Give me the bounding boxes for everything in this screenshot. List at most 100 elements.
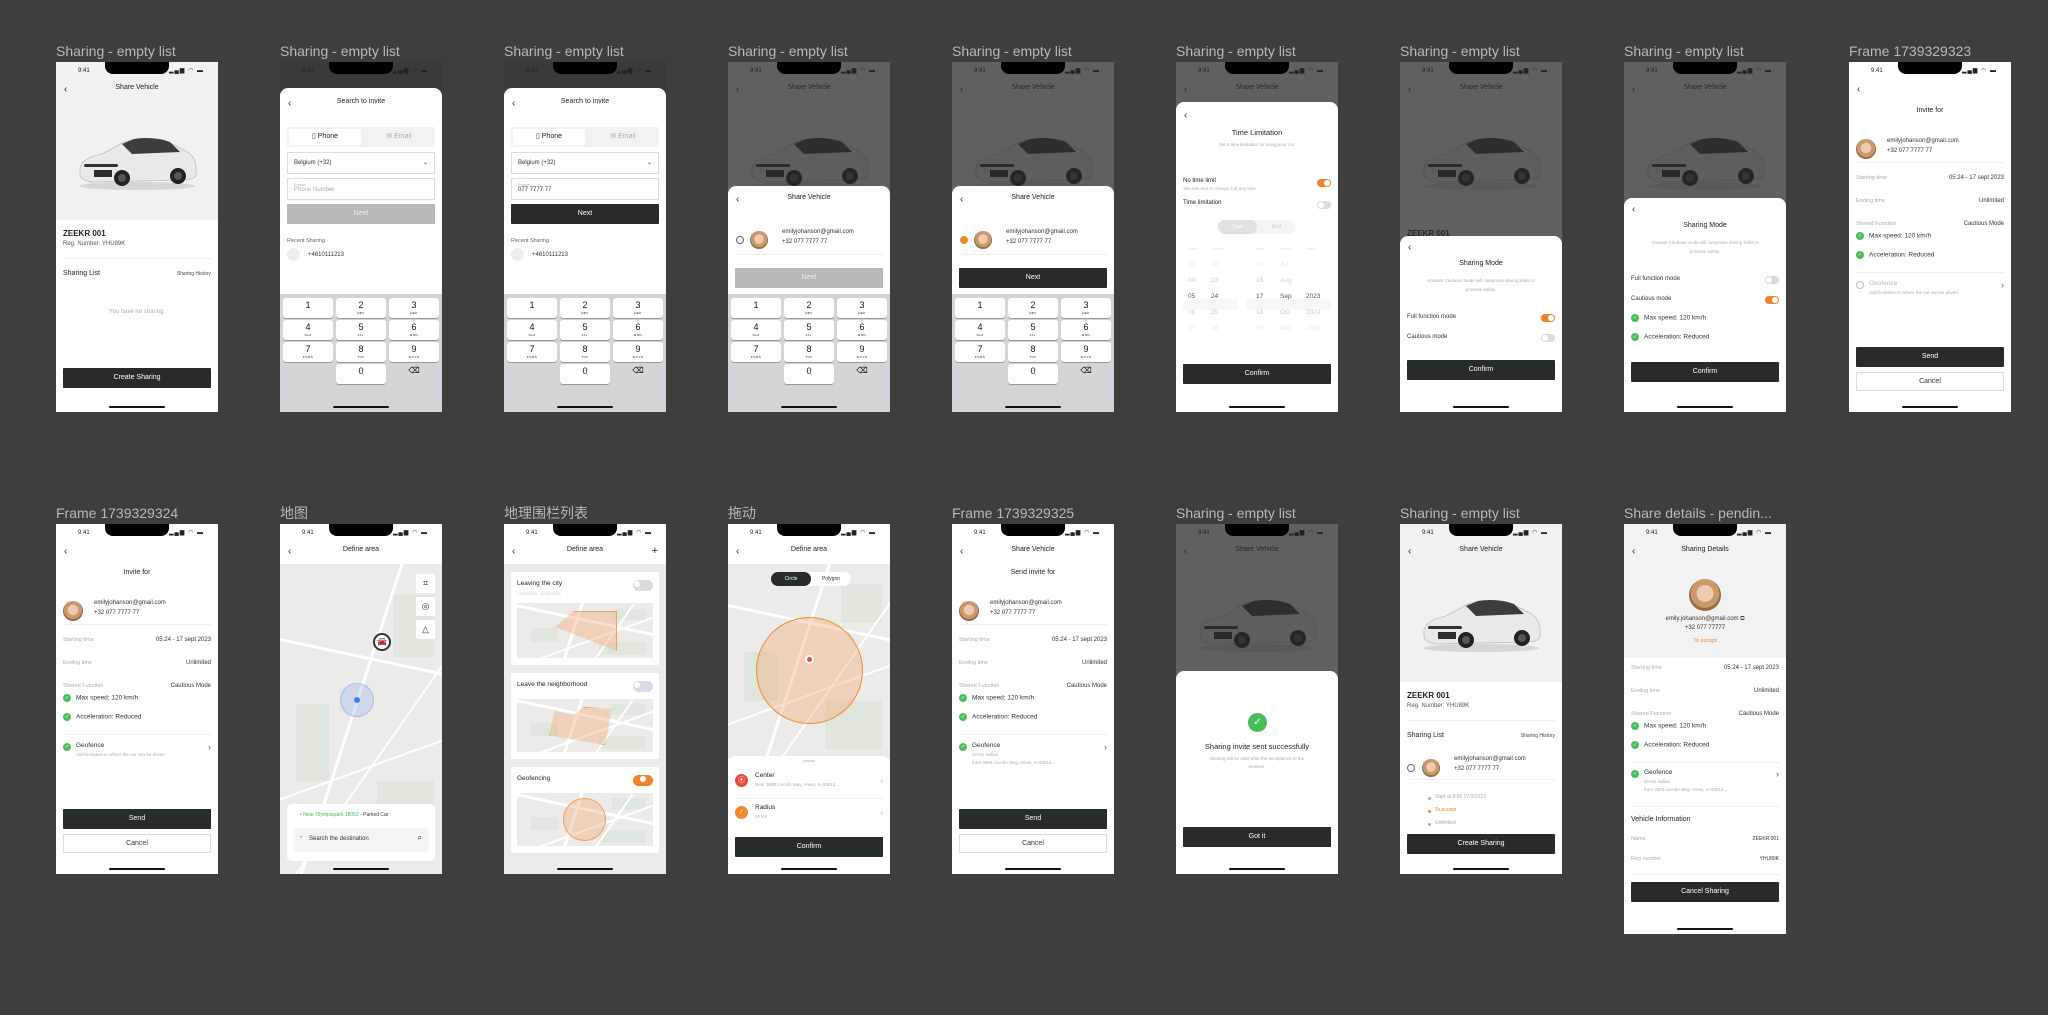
- back-icon[interactable]: ‹: [1408, 242, 1411, 253]
- keypad-key[interactable]: 9 WXYZ: [837, 342, 887, 362]
- picker-value[interactable]: Jul: [1280, 261, 1288, 268]
- picker-value[interactable]: 07: [1188, 325, 1195, 332]
- navigate-icon[interactable]: △: [416, 620, 435, 639]
- picker-value[interactable]: 25: [1211, 309, 1218, 316]
- picker-value[interactable]: 05: [1188, 293, 1195, 300]
- cancel-sharing-button[interactable]: Cancel Sharing: [1631, 882, 1779, 902]
- back-icon[interactable]: ‹: [1857, 84, 1860, 96]
- back-icon[interactable]: ‹: [64, 546, 67, 558]
- geofence-card[interactable]: Leaving the city 27/08/2023 - 27/08/2023: [511, 572, 659, 665]
- sharing-history-link[interactable]: Sharing History: [177, 271, 211, 277]
- backspace-key[interactable]: ⌫: [389, 364, 439, 384]
- got-it-button[interactable]: Got it: [1183, 827, 1331, 847]
- time-limitation-toggle[interactable]: [1317, 201, 1331, 209]
- create-sharing-button[interactable]: Create Sharing: [1407, 834, 1555, 854]
- select-radio[interactable]: [1407, 764, 1415, 772]
- back-icon[interactable]: ‹: [1632, 204, 1635, 215]
- send-button[interactable]: Send: [63, 809, 211, 829]
- sharing-history-link[interactable]: Sharing History: [1521, 733, 1555, 739]
- back-icon[interactable]: ‹: [736, 546, 739, 558]
- keypad-key[interactable]: 4 GHI: [955, 320, 1005, 340]
- tab-email[interactable]: ✉ Email: [587, 127, 659, 147]
- keypad-key[interactable]: 8 TUV: [1008, 342, 1058, 362]
- back-icon[interactable]: ‹: [512, 546, 515, 558]
- keypad-key[interactable]: 7 PQRS: [507, 342, 557, 362]
- keypad-key[interactable]: 0: [1008, 364, 1058, 384]
- keypad-key[interactable]: 0: [784, 364, 834, 384]
- recent-contact[interactable]: +4610111213: [308, 252, 344, 258]
- create-sharing-button[interactable]: Create Sharing: [63, 368, 211, 388]
- picker-value[interactable]: 24: [1211, 293, 1218, 300]
- artboard-title[interactable]: Sharing - empty list: [1176, 504, 1338, 522]
- keypad-key[interactable]: 0: [560, 364, 610, 384]
- geofence-row[interactable]: ✓ Geofence 10 km radius from 3800 Lincoln W…: [1631, 769, 1779, 799]
- picker-value[interactable]: 04: [1188, 277, 1195, 284]
- add-icon[interactable]: +: [652, 545, 658, 557]
- full-function-toggle[interactable]: [1541, 314, 1555, 322]
- keypad-key[interactable]: 7 PQRS: [731, 342, 781, 362]
- select-radio[interactable]: [736, 236, 744, 244]
- center-pin-icon[interactable]: [805, 655, 814, 664]
- tab-end[interactable]: End: [1257, 220, 1296, 234]
- keypad-key[interactable]: 2 ABC: [336, 298, 386, 318]
- artboard-title[interactable]: 地图: [280, 504, 442, 522]
- artboard-title[interactable]: Frame 1739329325: [952, 504, 1114, 522]
- keypad-key[interactable]: 4 GHI: [507, 320, 557, 340]
- geofence-toggle[interactable]: [633, 580, 653, 591]
- picker-value[interactable]: 15: [1256, 261, 1263, 268]
- geofence-row[interactable]: Geofence Add limitation to where the car …: [1856, 280, 2004, 310]
- keypad-key[interactable]: 1: [955, 298, 1005, 318]
- artboard-title[interactable]: Sharing - empty list: [1176, 42, 1338, 60]
- cancel-button[interactable]: Cancel: [1856, 372, 2004, 391]
- picker-value[interactable]: 06: [1188, 309, 1195, 316]
- keypad-key[interactable]: 2 ABC: [560, 298, 610, 318]
- destination-search[interactable]: • Search the destination ⌕: [293, 828, 429, 852]
- country-select[interactable]: Belgium (+32) ⌄: [287, 152, 435, 174]
- geofence-row[interactable]: ✓ Geofence Add limitation to where the car…: [63, 742, 211, 772]
- artboard-title[interactable]: 地理围栏列表: [504, 504, 666, 522]
- back-icon[interactable]: ‹: [288, 546, 291, 558]
- cautious-mode-toggle[interactable]: [1541, 334, 1555, 342]
- keypad-key[interactable]: 9 WXYZ: [1061, 342, 1111, 362]
- backspace-key[interactable]: ⌫: [613, 364, 663, 384]
- keypad-key[interactable]: 9 WXYZ: [613, 342, 663, 362]
- next-button[interactable]: Next: [287, 204, 435, 224]
- confirm-button[interactable]: Confirm: [1407, 360, 1555, 380]
- keypad-key[interactable]: 3 DEF: [613, 298, 663, 318]
- artboard-title[interactable]: 拖动: [728, 504, 890, 522]
- tab-start[interactable]: Start: [1218, 220, 1257, 234]
- artboard-title[interactable]: Frame 1739329324: [56, 504, 218, 522]
- keypad-key[interactable]: 6 MNO: [837, 320, 887, 340]
- back-icon[interactable]: ‹: [736, 194, 739, 206]
- select-radio[interactable]: [960, 236, 968, 244]
- back-icon[interactable]: ‹: [1184, 110, 1187, 121]
- send-button[interactable]: Send: [959, 809, 1107, 829]
- country-select[interactable]: Belgium (+32) ⌄: [511, 152, 659, 174]
- map-view[interactable]: Circle Polygon: [728, 564, 890, 759]
- artboard-title[interactable]: Frame 1739329323: [1849, 42, 2011, 60]
- keypad-key[interactable]: 6 MNO: [613, 320, 663, 340]
- geofence-toggle[interactable]: [633, 775, 653, 786]
- parked-car-pin[interactable]: 🚘: [373, 633, 391, 651]
- picker-value[interactable]: Nov: [1280, 325, 1292, 332]
- keypad-key[interactable]: 3 DEF: [1061, 298, 1111, 318]
- keypad-key[interactable]: 9 WXYZ: [389, 342, 439, 362]
- geofence-circle[interactable]: [756, 617, 863, 724]
- radius-row[interactable]: ⁄ Radius 10 km ›: [735, 802, 883, 828]
- copy-icon[interactable]: ⧉: [1739, 616, 1744, 622]
- cancel-button[interactable]: Cancel: [959, 834, 1107, 853]
- keypad-key[interactable]: 4 GHI: [283, 320, 333, 340]
- keypad-key[interactable]: 2 ABC: [1008, 298, 1058, 318]
- back-icon[interactable]: ‹: [512, 98, 515, 110]
- picker-value[interactable]: 26: [1211, 325, 1218, 332]
- artboard-title[interactable]: Sharing - empty list: [56, 42, 218, 60]
- picker-value[interactable]: 2025: [1306, 325, 1320, 332]
- geofence-card[interactable]: Geofencing: [511, 767, 659, 853]
- artboard-title[interactable]: Sharing - empty list: [504, 42, 666, 60]
- artboard-title[interactable]: Sharing - empty list: [1624, 42, 1786, 60]
- keypad-key[interactable]: 8 TUV: [560, 342, 610, 362]
- full-function-toggle[interactable]: [1765, 276, 1779, 284]
- geofence-card[interactable]: Leave the neighborhood: [511, 673, 659, 759]
- picker-value[interactable]: Aug: [1280, 277, 1292, 284]
- artboard-title[interactable]: Sharing - empty list: [1400, 504, 1562, 522]
